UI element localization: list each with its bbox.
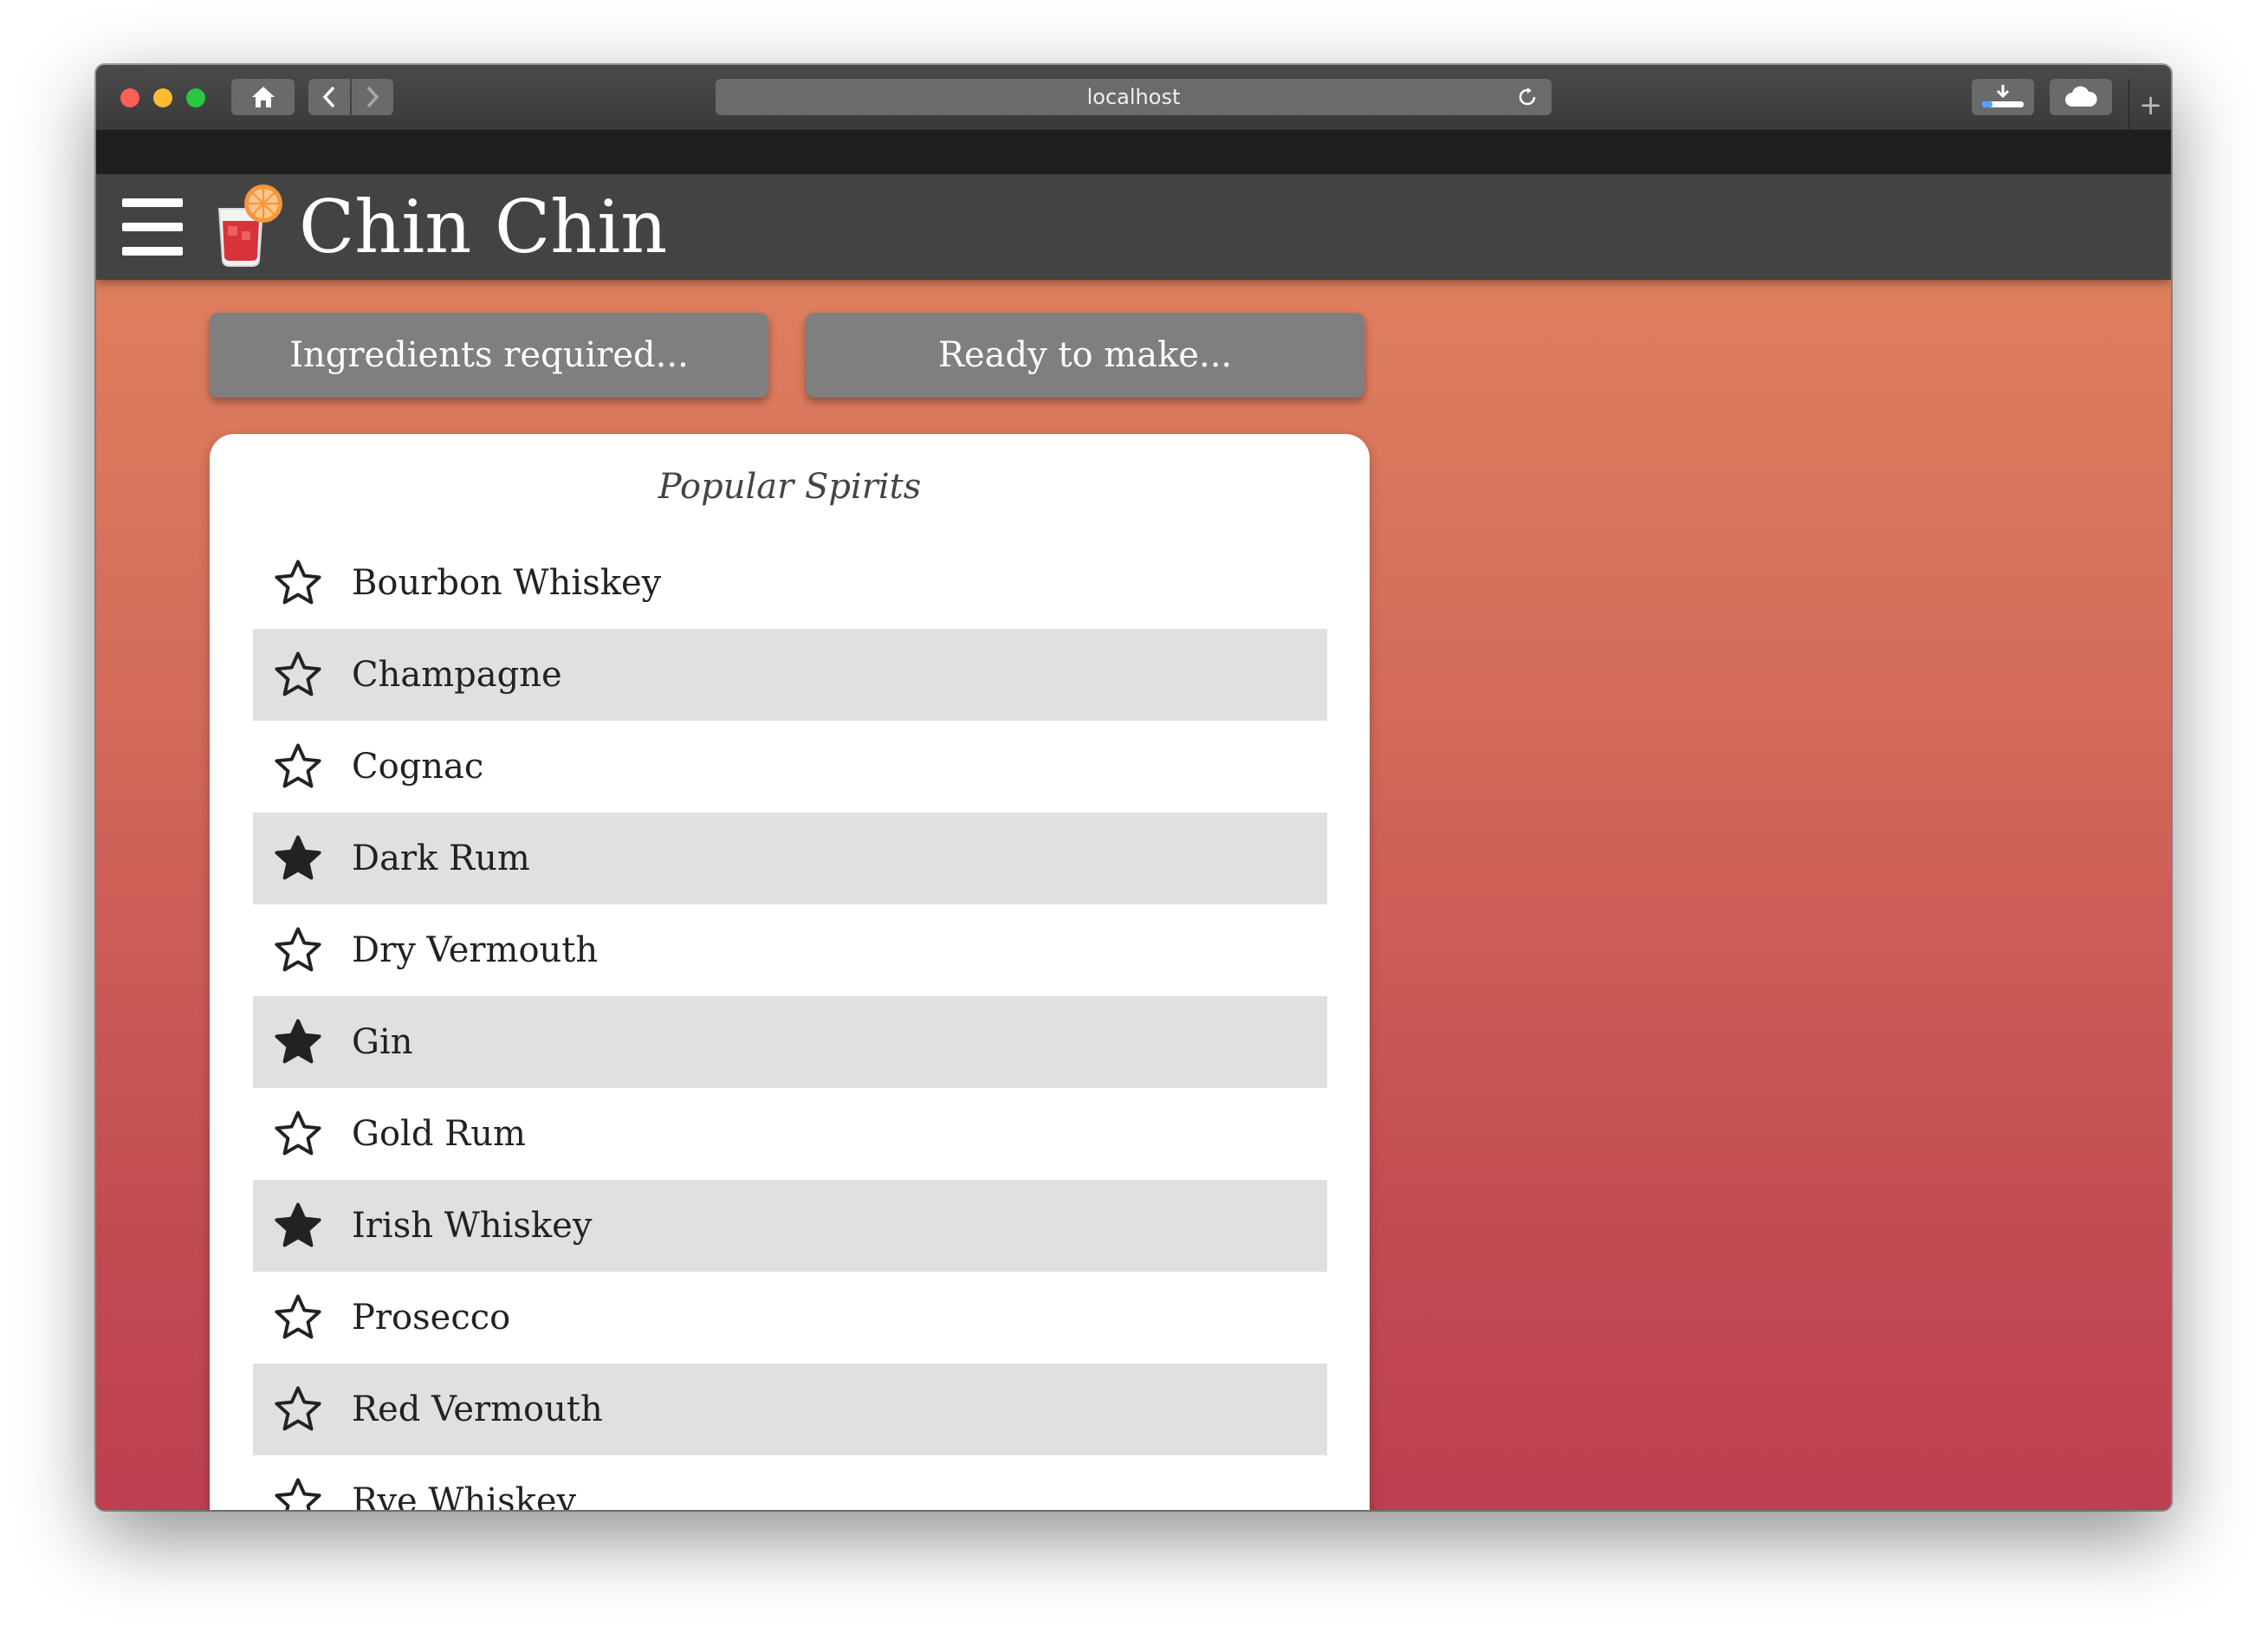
plus-icon: + [2139,87,2162,121]
list-item-label: Bourbon Whiskey [352,563,662,603]
star-filled-icon[interactable] [274,834,322,883]
home-icon [251,87,275,107]
list-item-label: Red Vermouth [352,1390,603,1429]
list-item-label: Rye Whiskey [352,1481,577,1510]
list-item-label: Champagne [352,655,562,695]
list-item[interactable]: Gold Rum [253,1088,1327,1180]
list-item-label: Gin [352,1022,413,1062]
tab-strip [96,131,2171,174]
ready-to-make-button[interactable]: Ready to make... [806,313,1364,398]
star-outline-icon[interactable] [274,651,322,699]
list-item[interactable]: Dark Rum [253,813,1327,904]
cloud-icon [2065,86,2097,107]
star-filled-icon[interactable] [274,1202,322,1250]
page-viewport: Chin Chin Ingredients required... Ready … [96,174,2171,1510]
address-text: localhost [1086,85,1181,109]
popular-spirits-card: Popular Spirits Bourbon Whiskey Champagne… [210,434,1370,1510]
star-outline-icon[interactable] [274,1293,322,1342]
star-outline-icon[interactable] [274,1477,322,1510]
app-title: Chin Chin [299,185,668,269]
list-item[interactable]: Bourbon Whiskey [253,537,1327,629]
list-item[interactable]: Dry Vermouth [253,904,1327,996]
list-item[interactable]: Red Vermouth [253,1364,1327,1455]
cloud-tabs-button[interactable] [2050,79,2112,115]
list-item[interactable]: Prosecco [253,1272,1327,1364]
new-tab-button[interactable]: + [2129,79,2171,130]
address-bar[interactable]: localhost [716,79,1552,115]
hamburger-menu-icon[interactable] [122,198,183,256]
back-button[interactable] [308,79,350,115]
zoom-window-button[interactable] [186,88,205,107]
chevron-right-icon [366,86,379,108]
list-item[interactable]: Gin [253,996,1327,1088]
home-button[interactable] [231,79,295,115]
app-header: Chin Chin [96,174,2171,280]
browser-window: localhost + Chin Chin Ingredients requir… [96,65,2171,1510]
download-icon [1982,85,2024,107]
star-outline-icon[interactable] [274,1110,322,1158]
list-item-label: Irish Whiskey [352,1206,593,1246]
star-outline-icon[interactable] [274,1385,322,1434]
minimize-window-button[interactable] [153,88,172,107]
list-item[interactable]: Irish Whiskey [253,1180,1327,1272]
star-outline-icon[interactable] [274,559,322,607]
chevron-left-icon [322,86,335,108]
star-filled-icon[interactable] [274,1018,322,1066]
list-item[interactable]: Rye Whiskey [253,1455,1327,1510]
list-item-label: Cognac [352,747,484,787]
downloads-button[interactable] [1972,79,2034,115]
list-item[interactable]: Cognac [253,721,1327,813]
list-item-label: Dry Vermouth [352,930,599,970]
ingredients-required-button[interactable]: Ingredients required... [210,313,768,398]
close-window-button[interactable] [120,88,139,107]
cocktail-logo-icon [217,185,282,267]
list-item-label: Dark Rum [352,839,530,878]
reload-icon[interactable] [1517,87,1538,107]
list-item-label: Prosecco [352,1298,511,1338]
list-item[interactable]: Champagne [253,629,1327,721]
card-title: Popular Spirits [658,467,922,507]
browser-toolbar: localhost + [96,65,2171,131]
spirits-list: Bourbon Whiskey Champagne Cognac Dark Rum Dr… [253,537,1327,1510]
star-outline-icon[interactable] [274,926,322,975]
list-item-label: Gold Rum [352,1114,526,1154]
forward-button[interactable] [352,79,393,115]
star-outline-icon[interactable] [274,742,322,791]
